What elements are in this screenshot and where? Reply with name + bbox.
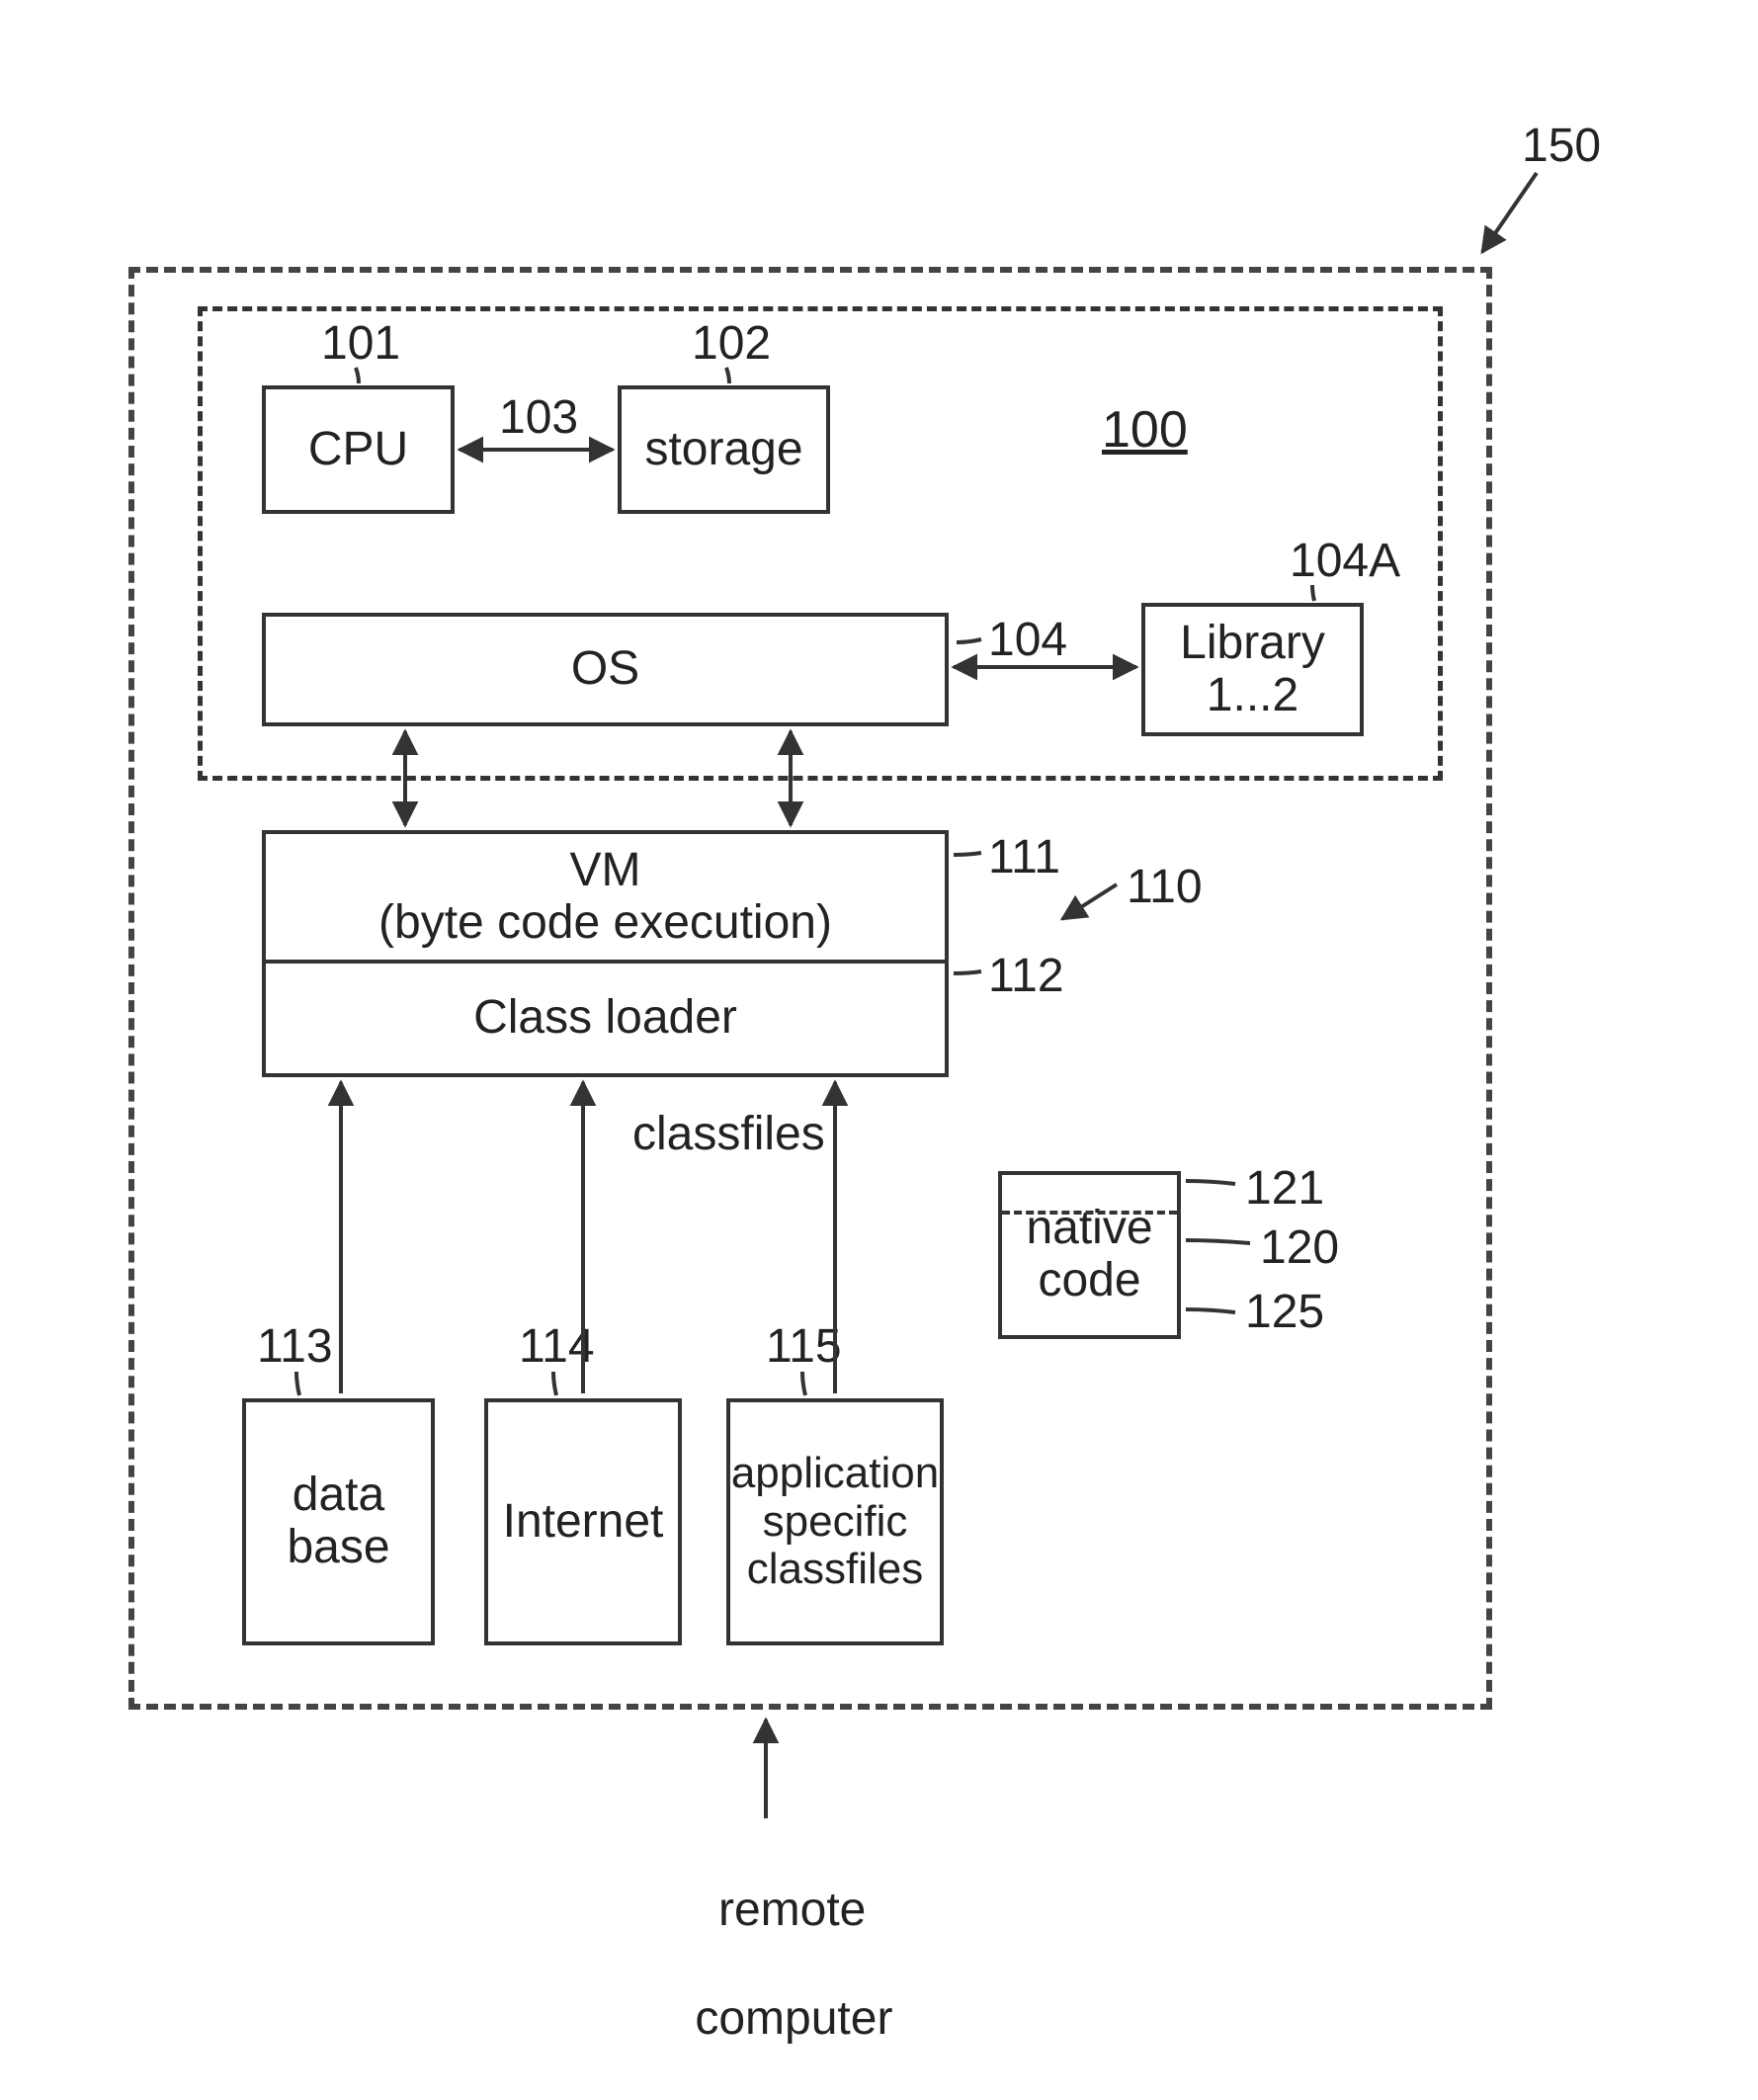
native-code-label: native code: [1026, 1203, 1152, 1307]
app-line3: classfiles: [747, 1545, 924, 1593]
ref-120: 120: [1260, 1220, 1339, 1275]
remote-l1: remote: [718, 1884, 866, 1936]
cpu-box: CPU: [262, 385, 455, 514]
vm-box: VM (byte code execution): [262, 830, 949, 964]
app-line1: application: [731, 1449, 939, 1497]
ref-110: 110: [1127, 860, 1203, 914]
ref-100: 100: [1102, 400, 1188, 460]
vm-line1: VM: [570, 844, 641, 896]
cpu-label: CPU: [308, 424, 408, 476]
ref-113: 113: [257, 1319, 333, 1374]
native-code-box: native code: [998, 1171, 1181, 1339]
vm-line2: (byte code execution): [378, 896, 832, 949]
ref-114: 114: [519, 1319, 595, 1374]
ref-115: 115: [766, 1319, 842, 1374]
ref-103: 103: [499, 390, 578, 445]
vm-label: VM (byte code execution): [378, 845, 832, 950]
library-label: Library 1...2: [1180, 618, 1325, 722]
classloader-label: Class loader: [473, 992, 737, 1045]
ref-125: 125: [1245, 1285, 1324, 1339]
storage-box: storage: [618, 385, 830, 514]
nc-line2: code: [1038, 1254, 1140, 1306]
os-label: OS: [571, 643, 639, 696]
ref-102: 102: [692, 316, 771, 371]
os-box: OS: [262, 613, 949, 726]
diagram-canvas: CPU storage OS Library 1...2 VM (byte co…: [0, 0, 1758, 1947]
db-line2: base: [287, 1521, 389, 1573]
library-box: Library 1...2: [1141, 603, 1364, 736]
db-line1: data: [293, 1469, 384, 1521]
library-line2: 1...2: [1207, 669, 1298, 721]
native-code-dashed-line: [1002, 1211, 1177, 1215]
classfiles-label: classfiles: [632, 1107, 825, 1161]
database-label: data base: [287, 1470, 389, 1574]
app-line2: specific: [763, 1497, 908, 1546]
remote-l2: computer: [695, 1992, 892, 2045]
classloader-box: Class loader: [262, 964, 949, 1077]
ref-104: 104: [988, 613, 1067, 667]
ref-101: 101: [321, 316, 400, 371]
storage-label: storage: [644, 424, 802, 476]
remote-computer-label: remote computer: [642, 1828, 889, 2100]
ref-150: 150: [1522, 119, 1601, 173]
ref-121: 121: [1245, 1161, 1324, 1216]
appfiles-label: application specific classfiles: [731, 1450, 939, 1593]
ref-112: 112: [988, 949, 1064, 1003]
library-line1: Library: [1180, 617, 1325, 669]
internet-box: Internet: [484, 1398, 682, 1645]
ref-111: 111: [988, 830, 1060, 884]
internet-label: Internet: [503, 1496, 664, 1549]
database-box: data base: [242, 1398, 435, 1645]
ref-104A: 104A: [1290, 534, 1400, 588]
appfiles-box: application specific classfiles: [726, 1398, 944, 1645]
